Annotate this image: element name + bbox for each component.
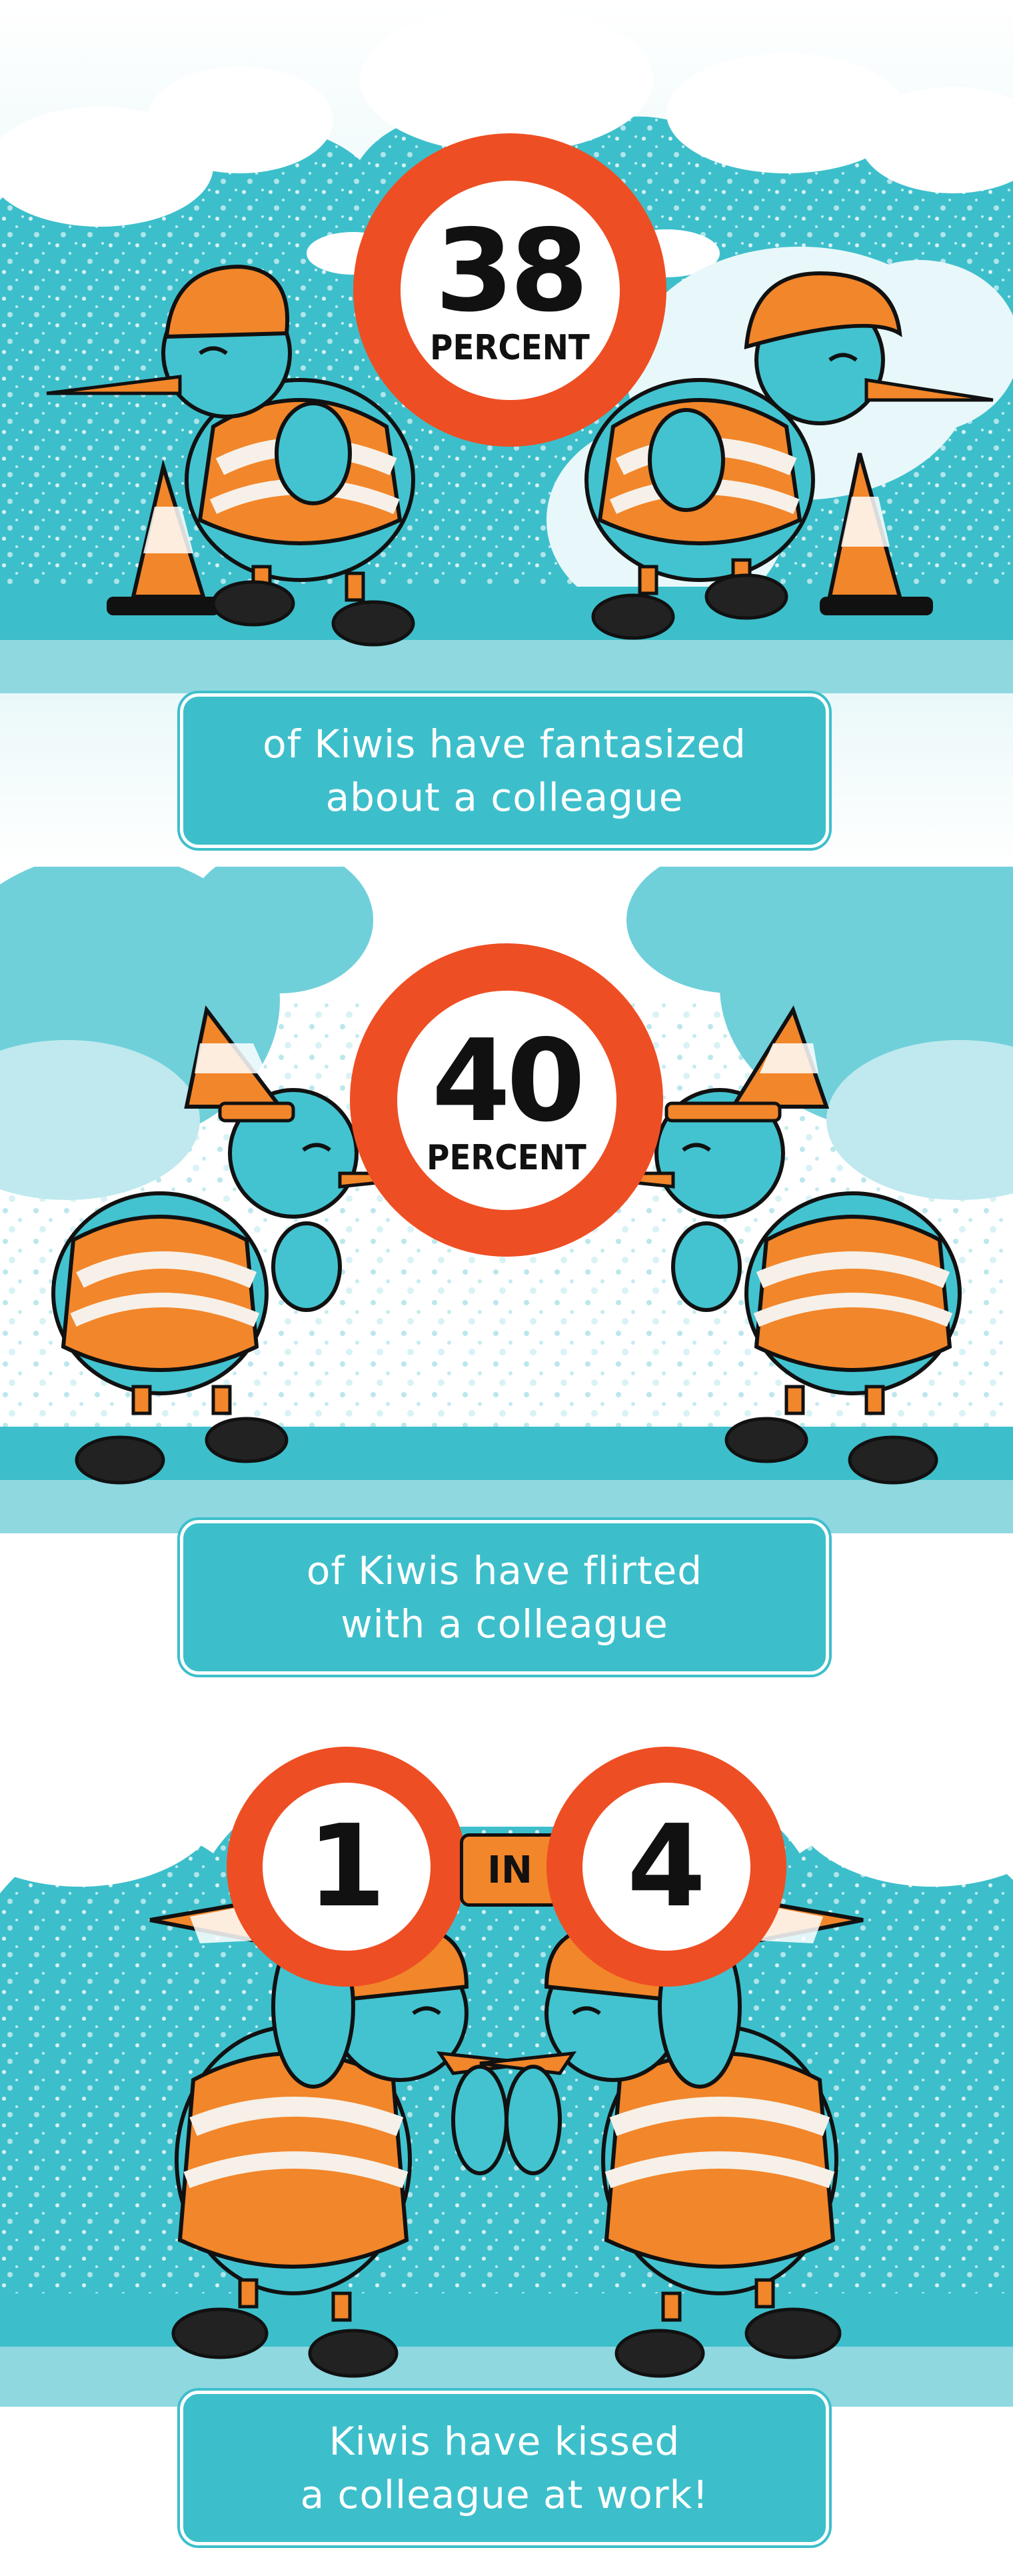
- section-flirted: 40 PERCENT of Kiwis have flirted with a …: [0, 867, 1013, 1693]
- caption-text: Kiwis have kissed a colleague at work!: [300, 2419, 709, 2517]
- stat-sign-40: 40 PERCENT: [350, 943, 663, 1257]
- section-fantasized: 38 PERCENT of Kiwis have fantasized abou…: [0, 0, 1013, 867]
- infographic-page: 38 PERCENT of Kiwis have fantasized abou…: [0, 0, 1013, 2576]
- stat-number-right: 4: [626, 1801, 706, 1933]
- stat-number: 40: [431, 1015, 586, 1147]
- stat-number: 38: [435, 205, 589, 337]
- stat-sign-38: 38 PERCENT: [353, 133, 666, 447]
- stat-sign-right: 4: [546, 1747, 786, 1987]
- stat-unit: PERCENT: [427, 1138, 586, 1178]
- connector-text: IN: [487, 1848, 532, 1892]
- stat-sign-face: 38 PERCENT: [400, 180, 620, 400]
- stat-unit: PERCENT: [430, 328, 590, 368]
- caption-box: of Kiwis have flirted with a colleague: [180, 1520, 829, 1675]
- stat-sign-left: 1: [227, 1747, 467, 1987]
- section-kissed: 1 IN 4 Kiwis have kissed a colleague at …: [0, 1693, 1013, 2576]
- stat-sign-face: 4: [582, 1783, 750, 1951]
- stat-sign-face: 1: [263, 1783, 431, 1951]
- stat-sign-face: 40 PERCENT: [397, 990, 616, 1210]
- caption-text: of Kiwis have flirted with a colleague: [306, 1548, 703, 1647]
- caption-text: of Kiwis have fantasized about a colleag…: [263, 721, 746, 820]
- caption-box: of Kiwis have fantasized about a colleag…: [180, 693, 829, 848]
- in-connector-plate: IN: [460, 1833, 560, 1907]
- stat-number-left: 1: [307, 1801, 387, 1933]
- caption-box: Kiwis have kissed a colleague at work!: [180, 2391, 829, 2545]
